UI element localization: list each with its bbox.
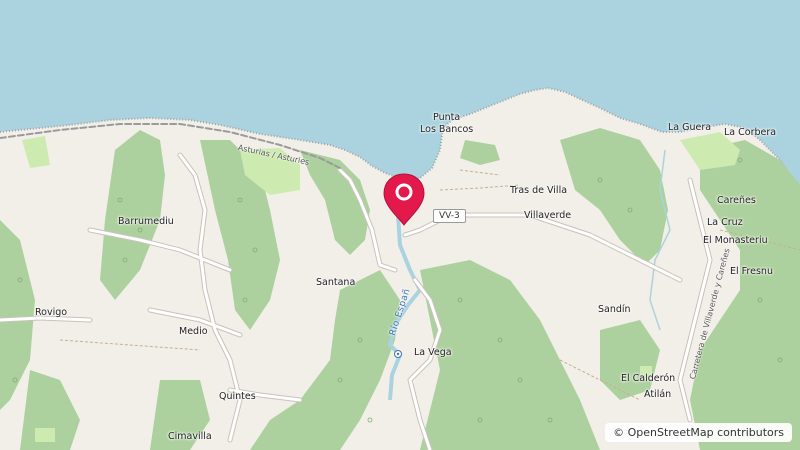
place-label-la-cruz: La Cruz	[707, 217, 743, 228]
place-label-rovigo: Rovigo	[35, 307, 68, 318]
place-label-el-monasteriu: El Monasteriu	[703, 235, 768, 246]
place-label-sandin: Sandín	[598, 304, 631, 315]
place-label-barrumediu: Barrumediu	[118, 216, 174, 227]
place-label-cimavilla: Cimavilla	[168, 431, 212, 442]
place-label-el-calderon: El Calderón	[621, 373, 676, 384]
place-label-atilan: Atilán	[644, 389, 672, 400]
location-pin-icon[interactable]	[381, 172, 427, 228]
place-label-medio: Medio	[179, 326, 208, 337]
attribution-text[interactable]: © OpenStreetMap contributors	[605, 423, 792, 442]
place-label-quintes: Quintes	[219, 391, 256, 402]
place-label-punta-los-bancos: Punta Los Bancos	[420, 112, 474, 135]
place-label-santana: Santana	[316, 277, 356, 288]
place-label-el-fresnu: El Fresnu	[730, 266, 773, 277]
place-label-tras-de-villa: Tras de Villa	[510, 185, 568, 196]
place-label-la-vega: La Vega	[414, 347, 452, 358]
place-label-villaverde: Villaverde	[524, 210, 572, 221]
road-shield-vv3: VV-3	[433, 209, 466, 223]
spring-icon	[394, 350, 402, 358]
place-label-la-guera: La Guera	[668, 122, 712, 133]
map-canvas[interactable]: Punta Los Bancos La Guera La Corbera Bar…	[0, 0, 800, 450]
place-label-carenes: Careñes	[717, 195, 756, 206]
place-label-la-corbera: La Corbera	[724, 127, 777, 138]
